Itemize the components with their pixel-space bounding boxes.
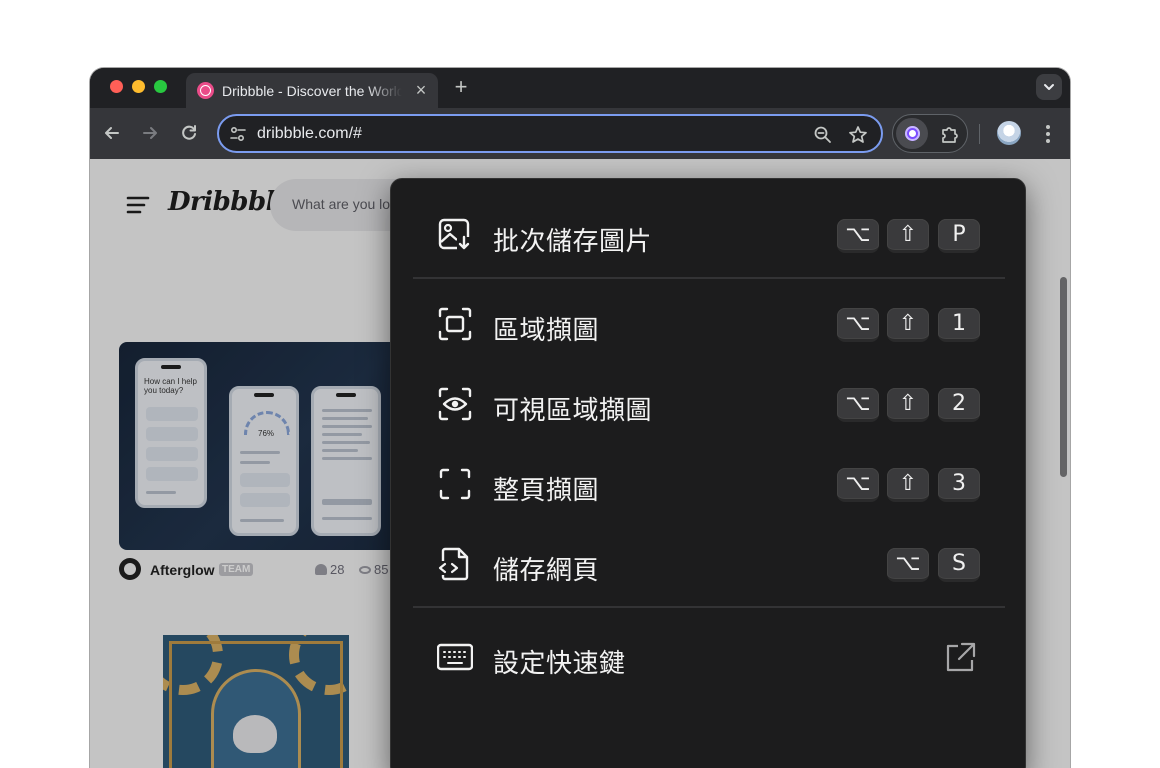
menu-item-full-page-capture[interactable]: 整頁擷圖 ⌥ ⇧ 3 (391, 452, 1027, 516)
web-page: Dribbble What are you looking for? How c… (90, 159, 1070, 768)
capture-extension-menu: 批次儲存圖片 ⌥ ⇧ P 區域擷圖 ⌥ ⇧ 1 可視區域擷圖 ⌥ ⇧ 2 整頁擷… (390, 178, 1026, 768)
capture-extension-icon (905, 126, 920, 141)
option-key: ⌥ (837, 468, 879, 502)
number-key: 3 (938, 468, 980, 502)
option-key: ⌥ (837, 219, 879, 253)
menu-item-label: 可視區域擷圖 (493, 396, 653, 426)
star-icon[interactable] (847, 124, 869, 146)
region-capture-icon (438, 307, 472, 341)
forward-arrow-icon (143, 127, 157, 139)
tune-icon[interactable] (229, 126, 247, 142)
shortcut-keys: ⌥ ⇧ 1 (837, 308, 983, 344)
visible-area-capture-icon (438, 387, 472, 421)
shortcut-keys: ⌥ ⇧ 2 (837, 388, 983, 424)
external-link-icon[interactable] (943, 641, 977, 675)
forward-button[interactable] (138, 121, 162, 145)
shortcut-keys: ⌥ ⇧ 3 (837, 468, 983, 504)
letter-key: S (938, 548, 980, 582)
letter-key: P (938, 219, 980, 253)
menu-item-label: 儲存網頁 (493, 556, 600, 586)
kebab-menu-icon[interactable] (1040, 122, 1056, 146)
profile-avatar[interactable] (997, 121, 1021, 145)
shift-key: ⇧ (887, 468, 929, 502)
shift-key: ⇧ (887, 388, 929, 422)
tab-close-icon[interactable]: × (412, 81, 430, 99)
menu-divider (413, 606, 1005, 608)
browser-toolbar: dribbble.com/# (90, 108, 1070, 159)
back-button[interactable] (100, 121, 124, 145)
window-maximize-button[interactable] (154, 80, 167, 93)
image-download-icon (438, 218, 471, 251)
menu-item-label: 整頁擷圖 (493, 476, 600, 506)
capture-extension-button[interactable] (896, 118, 928, 149)
menu-item-visible-area-capture[interactable]: 可視區域擷圖 ⌥ ⇧ 2 (391, 372, 1027, 436)
window-minimize-button[interactable] (132, 80, 145, 93)
menu-item-label: 設定快速鍵 (493, 649, 626, 679)
new-tab-button[interactable]: + (450, 76, 472, 98)
reload-icon (182, 125, 196, 140)
reload-button[interactable] (177, 121, 201, 145)
keyboard-icon (437, 643, 473, 671)
window-close-button[interactable] (110, 80, 123, 93)
menu-divider (413, 277, 1005, 279)
back-arrow-icon (105, 127, 119, 139)
save-webpage-icon (438, 547, 469, 581)
shortcut-keys: ⌥ ⇧ P (837, 219, 983, 255)
full-page-capture-icon (439, 468, 471, 500)
option-key: ⌥ (837, 388, 879, 422)
menu-item-save-webpage[interactable]: 儲存網頁 ⌥ S (391, 532, 1027, 596)
shift-key: ⇧ (887, 308, 929, 342)
menu-item-region-capture[interactable]: 區域擷圖 ⌥ ⇧ 1 (391, 292, 1027, 356)
number-key: 1 (938, 308, 980, 342)
puzzle-icon[interactable] (939, 123, 961, 145)
extensions-group (892, 114, 968, 153)
shift-key: ⇧ (887, 219, 929, 253)
menu-item-shortcut-settings[interactable]: 設定快速鍵 (391, 625, 1027, 689)
url-text[interactable]: dribbble.com/# (257, 125, 362, 143)
option-key: ⌥ (887, 548, 929, 582)
tab-strip: Dribbble - Discover the World × + (90, 68, 1070, 108)
browser-window: Dribbble - Discover the World × + dribbb… (90, 68, 1070, 768)
toolbar-divider (979, 124, 980, 144)
menu-item-label: 批次儲存圖片 (493, 227, 653, 257)
address-bar[interactable]: dribbble.com/# (217, 114, 883, 153)
chevron-down-icon (1044, 84, 1054, 90)
number-key: 2 (938, 388, 980, 422)
zoom-out-icon[interactable] (813, 125, 833, 145)
menu-item-batch-save-images[interactable]: 批次儲存圖片 ⌥ ⇧ P (391, 203, 1027, 267)
option-key: ⌥ (837, 308, 879, 342)
tab-dribbble[interactable]: Dribbble - Discover the World × (186, 73, 438, 108)
tab-title: Dribbble - Discover the World (222, 83, 402, 99)
tab-search-button[interactable] (1036, 74, 1062, 100)
menu-item-label: 區域擷圖 (493, 316, 600, 346)
dribbble-favicon-icon (197, 82, 214, 99)
shortcut-keys: ⌥ S (887, 548, 983, 584)
